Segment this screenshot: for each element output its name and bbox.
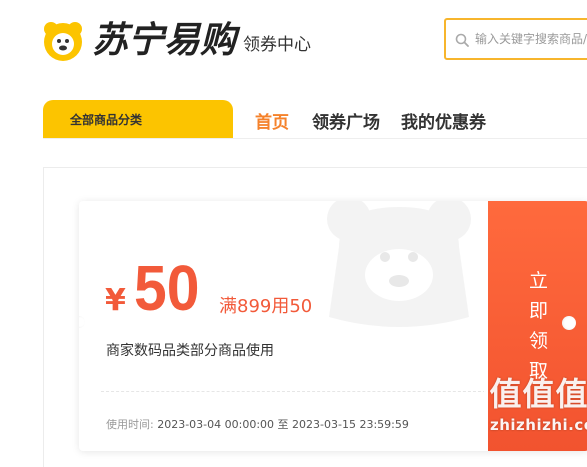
site-section-title: 领券中心 xyxy=(243,35,311,55)
validity-start: 2023-03-04 00:00:00 xyxy=(157,418,275,431)
bear-watermark-icon xyxy=(327,201,471,327)
coupon-amount: ¥ 50 xyxy=(105,256,205,320)
search-input[interactable] xyxy=(475,32,587,46)
search-icon[interactable] xyxy=(455,32,469,47)
currency-symbol: ¥ xyxy=(105,283,126,318)
nav-my-coupons[interactable]: 我的优惠券 xyxy=(401,108,486,133)
all-categories-button[interactable]: 全部商品分类 xyxy=(43,100,233,138)
watermark-url: zhizhizhi.com xyxy=(490,416,587,434)
nav-coupon-plaza[interactable]: 领券广场 xyxy=(312,108,380,133)
claim-label-char: 立 xyxy=(528,270,548,292)
validity-separator: 至 xyxy=(277,418,289,431)
coupon-condition: 满899用50 xyxy=(219,296,313,317)
claim-label-char: 领 xyxy=(528,330,548,352)
coupon-validity: 使用时间: 2023-03-04 00:00:00 至 2023-03-15 2… xyxy=(106,416,409,432)
watermark-char: 值 xyxy=(489,375,522,413)
coupon-value: 50 xyxy=(133,252,200,324)
site-watermark: 值 值 值 zhizhizhi.com xyxy=(489,375,587,467)
coupon-divider xyxy=(101,391,486,392)
claim-label-char: 即 xyxy=(528,300,548,322)
logo-text: 苏宁易购 xyxy=(92,20,237,61)
right-notch xyxy=(562,316,576,330)
validity-end: 2023-03-15 23:59:59 xyxy=(292,418,409,431)
watermark-logo: 值 值 值 xyxy=(489,375,587,413)
validity-label: 使用时间: xyxy=(106,418,154,431)
search-box[interactable] xyxy=(444,18,587,60)
coupon-scope: 商家数码品类部分商品使用 xyxy=(106,343,274,359)
nav-home[interactable]: 首页 xyxy=(255,108,289,133)
left-notch xyxy=(79,316,85,328)
watermark-char: 值 xyxy=(555,375,587,413)
nav-divider xyxy=(43,138,587,139)
suning-logo[interactable]: 苏宁易购 xyxy=(42,14,242,68)
watermark-char: 值 xyxy=(522,375,555,413)
lion-logo-icon xyxy=(42,20,84,62)
